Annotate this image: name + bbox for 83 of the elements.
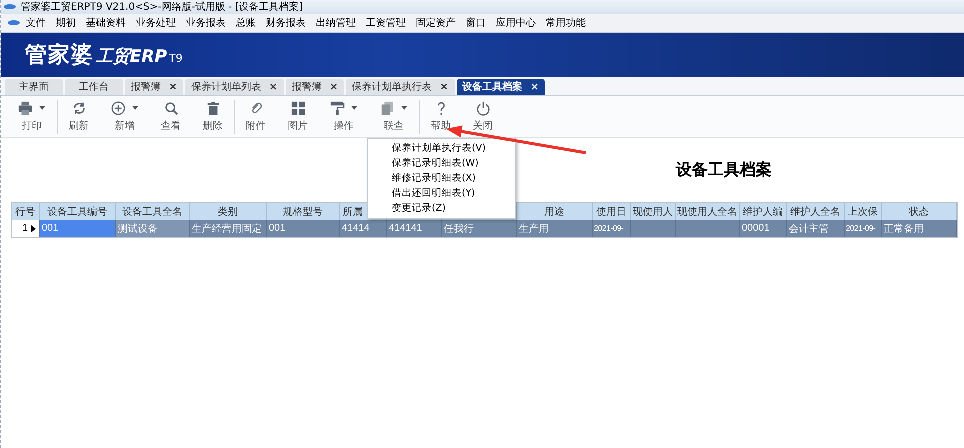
close-tab-icon[interactable]: × <box>440 82 449 92</box>
menu-item[interactable]: 业务报表 <box>181 16 231 30</box>
column-header[interactable]: 现使用人全名 <box>676 203 740 220</box>
table-cell: 414141 <box>387 220 442 237</box>
menu-item[interactable]: 期初 <box>51 16 81 30</box>
menu-item[interactable]: 财务报表 <box>261 16 311 30</box>
column-header[interactable]: 维护人全名 <box>787 203 845 220</box>
logo-product: 工贸ERP <box>96 46 168 68</box>
window-title: 管家婆工贸ERPT9 V21.0<S>-网络版-试用版 - [设备工具档案] <box>21 0 304 14</box>
menu-item[interactable]: 总账 <box>231 16 261 30</box>
table-cell: 测试设备 <box>116 220 190 237</box>
logo-version: T9 <box>169 52 183 65</box>
page-title: 设备工具档案 <box>676 160 772 180</box>
search-icon <box>164 100 178 116</box>
app-icon <box>7 19 21 27</box>
refresh-icon <box>72 100 86 116</box>
column-header[interactable]: 类别 <box>190 203 267 220</box>
toolbar-button[interactable]: 附件 <box>235 100 277 132</box>
table-cell: 生产经营用固定 <box>190 220 267 237</box>
menu-item[interactable]: 固定资产 <box>411 16 461 30</box>
tab[interactable]: 报警簿 × <box>286 79 344 95</box>
toolbar-button[interactable]: 查看 <box>150 100 192 132</box>
tab[interactable]: 保养计划单列表 × <box>185 79 284 95</box>
toolbar-button[interactable]: 打印 <box>7 100 57 132</box>
table-cell: 41414 <box>340 220 387 237</box>
toolbar-button[interactable]: 图片 <box>277 100 319 132</box>
menu-item[interactable]: 保养计划单执行表(V) <box>368 141 515 156</box>
toolbar-button[interactable]: 新增 <box>100 100 150 132</box>
table-cell: 001 <box>267 220 340 237</box>
column-header[interactable]: 设备工具全名 <box>116 203 190 220</box>
tab[interactable]: 报警簿 × <box>125 79 184 95</box>
menu-item[interactable]: 业务处理 <box>131 16 181 30</box>
menu-item[interactable]: 出纳管理 <box>311 16 361 30</box>
close-tab-icon[interactable]: × <box>330 82 338 92</box>
table-cell: 2021-09- <box>845 220 882 237</box>
table-cell: 会计主管 <box>787 220 845 237</box>
printer-icon <box>18 100 33 116</box>
table-cell: 任我行 <box>442 220 517 237</box>
tab[interactable]: 保养计划单执行表 × <box>346 79 455 95</box>
table-cell: 正常备用 <box>882 220 957 237</box>
toolbar-button[interactable]: 操作 <box>319 100 369 132</box>
close-tab-icon[interactable]: × <box>530 82 539 92</box>
column-header[interactable]: 用途 <box>517 203 593 220</box>
tab[interactable]: 设备工具档案 × <box>456 79 545 95</box>
tab[interactable]: 工作台 <box>65 79 123 95</box>
add-icon <box>111 100 126 116</box>
toolbar-button[interactable]: 关闭 <box>462 100 504 132</box>
menu-item[interactable]: 保养记录明细表(W) <box>368 156 515 171</box>
table-cell: 生产用 <box>517 220 593 237</box>
column-header[interactable]: 行号 <box>12 203 40 220</box>
menu-item[interactable]: 常用功能 <box>541 16 591 30</box>
close-tab-icon[interactable]: × <box>169 82 178 92</box>
tab[interactable]: 主界面 <box>5 79 63 95</box>
menu-item[interactable]: 应用中心 <box>491 16 541 30</box>
logo-brand: 管家婆 <box>25 42 94 70</box>
table-cell: 1 <box>12 220 40 237</box>
app-icon <box>3 3 17 11</box>
row-pointer-icon <box>31 224 36 232</box>
column-header[interactable]: 现使用人 <box>631 203 676 220</box>
column-header[interactable]: 状态 <box>882 203 957 220</box>
close-tab-icon[interactable]: × <box>269 82 278 92</box>
menu-item[interactable]: 文件 <box>21 16 51 30</box>
toolbar-button[interactable]: 联查 <box>369 100 419 132</box>
column-header[interactable]: 设备工具编号 <box>40 203 116 220</box>
power-icon <box>476 100 490 116</box>
column-header[interactable]: 上次保 <box>845 203 882 220</box>
trash-icon <box>206 100 220 116</box>
column-header[interactable]: 维护人编 <box>740 203 787 220</box>
menu-item[interactable]: 维修记录明细表(X) <box>368 171 515 186</box>
table-cell: 001 <box>40 220 116 237</box>
toolbar-button[interactable]: 刷新 <box>58 100 100 132</box>
menu-item[interactable]: 工资管理 <box>361 16 411 30</box>
documents-icon <box>380 100 395 116</box>
column-header[interactable]: 使用日 <box>593 203 631 220</box>
menu-item[interactable]: 窗口 <box>461 16 491 30</box>
table-cell: 00001 <box>740 220 787 237</box>
menu-item[interactable]: 借出还回明细表(Y) <box>368 186 515 201</box>
menu-item[interactable]: 基础资料 <box>81 16 131 30</box>
grid-icon <box>290 100 306 116</box>
paint-roller-icon <box>330 100 345 116</box>
column-header[interactable]: 规格型号 <box>267 203 340 220</box>
toolbar-button[interactable]: 删除 <box>192 100 234 132</box>
table-cell: 2021-09- <box>593 220 631 237</box>
